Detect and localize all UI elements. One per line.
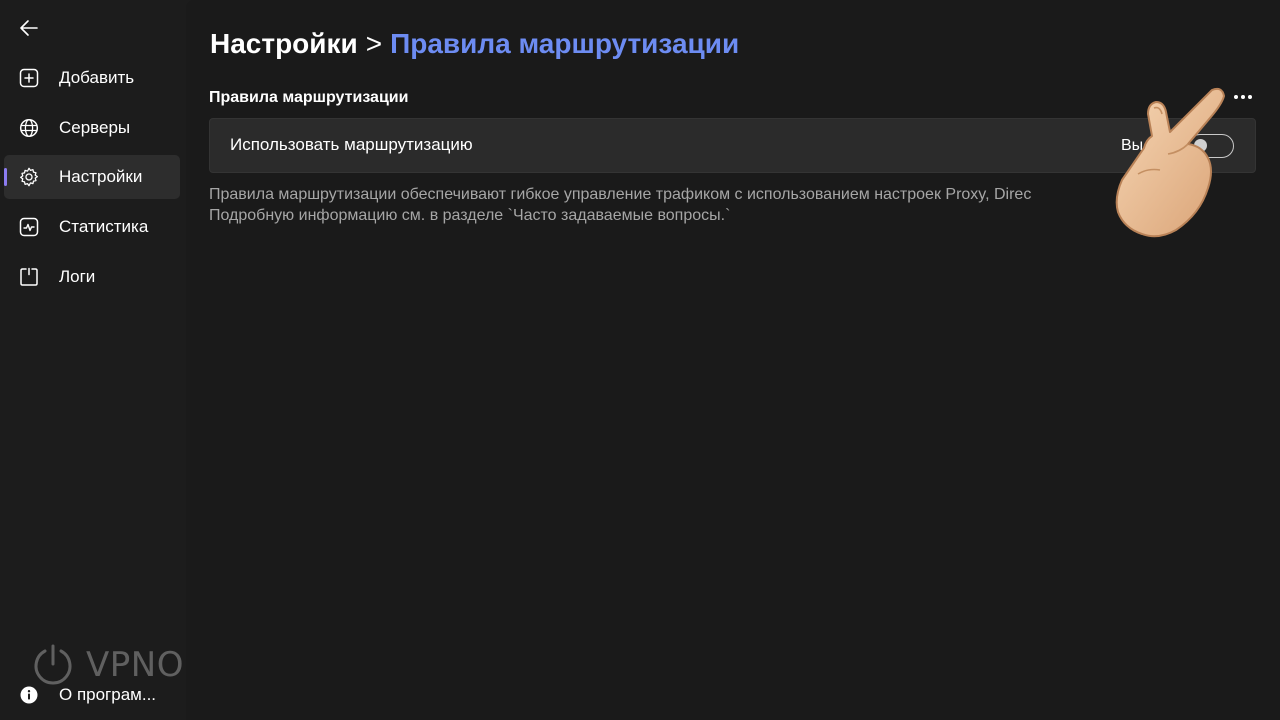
section-title: Правила маршрутизации (209, 89, 409, 106)
globe-icon (18, 117, 40, 139)
sidebar-item-add[interactable]: Добавить (4, 56, 180, 100)
sidebar: Добавить Серверы Настройки Статистика Ло… (0, 0, 209, 720)
sidebar-item-settings[interactable]: Настройки (4, 155, 180, 199)
sidebar-item-label: Логи (59, 267, 96, 286)
sidebar-item-label: Статистика (59, 217, 149, 236)
sidebar-item-logs[interactable]: Логи (4, 255, 180, 299)
sidebar-item-about[interactable]: О програм... (4, 673, 180, 717)
sidebar-item-label: Серверы (59, 118, 131, 137)
arrow-left-icon (20, 20, 38, 36)
add-square-icon (18, 67, 40, 89)
gear-icon (18, 166, 40, 188)
more-horizontal-icon (1234, 95, 1238, 99)
description-line: Правила маршрутизации обеспечивают гибко… (209, 186, 1032, 203)
description-line: Подробную информацию см. в разделе `Част… (209, 207, 731, 224)
sidebar-item-label: Настройки (59, 167, 143, 186)
breadcrumb-separator: > (365, 28, 383, 59)
breadcrumb-root[interactable]: Настройки (210, 28, 358, 59)
chart-icon (18, 216, 40, 238)
more-options-button[interactable] (1226, 84, 1260, 110)
breadcrumb: Настройки > Правила маршрутизации (210, 28, 739, 60)
log-icon (18, 266, 40, 288)
back-button[interactable] (12, 12, 46, 44)
sidebar-item-label: О програм... (59, 685, 157, 704)
breadcrumb-current: Правила маршрутизации (390, 28, 740, 59)
routing-description: Правила маршрутизации обеспечивают гибко… (209, 184, 1259, 226)
routing-setting-label: Использовать маршрутизацию (230, 135, 473, 154)
sidebar-item-servers[interactable]: Серверы (4, 106, 180, 150)
sidebar-item-label: Добавить (59, 68, 135, 87)
sidebar-item-statistics[interactable]: Статистика (4, 205, 180, 249)
routing-setting-card: Использовать маршрутизацию Вы (209, 118, 1256, 173)
info-icon (18, 684, 40, 706)
pointing-hand-icon (1115, 87, 1225, 238)
